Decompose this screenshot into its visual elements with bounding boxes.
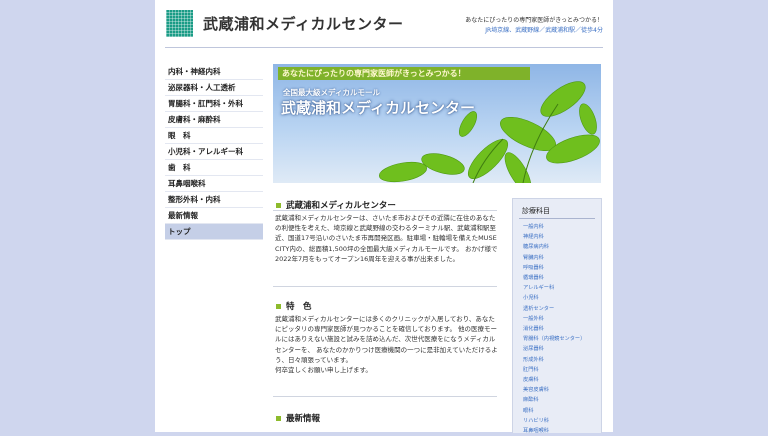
header-divider (165, 47, 603, 48)
department-link[interactable]: アレルギー科 (523, 283, 585, 293)
department-link[interactable]: 一般外科 (523, 314, 585, 324)
department-link[interactable]: 形成外科 (523, 355, 585, 365)
department-link[interactable]: 神経内科 (523, 232, 585, 242)
department-list: 一般内科 神経内科 糖尿病内科 腎臓内科 呼吸器科 循環器科 アレルギー科 小児… (523, 222, 585, 436)
department-link[interactable]: 糖尿病内科 (523, 242, 585, 252)
site-title[interactable]: 武蔵浦和メディカルセンター (203, 13, 403, 34)
bullet-icon (276, 203, 281, 208)
news-heading: 最新情報 (276, 412, 320, 424)
intro-text: 武蔵浦和メディカルセンターは、さいたま市およびその近隣に在住のあなたの利便性を考… (275, 214, 498, 263)
department-link[interactable]: リハビリ科 (523, 416, 585, 426)
header-access-link[interactable]: JR埼京線、武蔵野線／武蔵浦和駅／徒歩4分 (485, 25, 603, 34)
nav-item-dental[interactable]: 歯 科 (165, 160, 263, 176)
nav-item-ophthalmology[interactable]: 眼 科 (165, 128, 263, 144)
section-divider (273, 210, 497, 211)
department-link[interactable]: 耳鼻咽喉科 (523, 426, 585, 436)
department-link[interactable]: 小児科 (523, 293, 585, 303)
department-link[interactable]: 胃腸科（内視鏡センター） (523, 334, 585, 344)
nav-item-ent[interactable]: 耳鼻咽喉科 (165, 176, 263, 192)
department-link[interactable]: 眼科 (523, 406, 585, 416)
hero-catchphrase: あなたにぴったりの専門家医師がきっとみつかる！ (278, 67, 530, 80)
sidebar-title: 診療科目 (522, 207, 550, 215)
nav-item-dermatology[interactable]: 皮膚科・麻酔科 (165, 112, 263, 128)
nav-item-internal-medicine[interactable]: 内科・神経内科 (165, 64, 263, 80)
page-container: 武蔵浦和メディカルセンター あなたにぴったりの専門家医師がきっとみつかる！ JR… (155, 0, 613, 436)
nav-item-urology[interactable]: 泌尿器科・人工透析 (165, 80, 263, 96)
feature-heading: 特 色 (276, 300, 312, 312)
feature-text: 武蔵浦和メディカルセンターには多くのクリニックが入居しており、あなたにピッタリの… (275, 315, 498, 375)
nav-item-news[interactable]: 最新情報 (165, 208, 263, 224)
department-link[interactable]: 泌尿器科 (523, 344, 585, 354)
section-divider (273, 396, 497, 397)
section-divider (273, 286, 497, 287)
department-link[interactable]: 循環器科 (523, 273, 585, 283)
department-link[interactable]: 腎臓内科 (523, 253, 585, 263)
nav-item-top[interactable]: トップ (165, 224, 263, 240)
sidebar-divider (519, 218, 595, 219)
nav-item-pediatrics[interactable]: 小児科・アレルギー科 (165, 144, 263, 160)
department-link[interactable]: 麻酔科 (523, 395, 585, 405)
hero-title: 武蔵浦和メディカルセンター (281, 99, 475, 117)
left-nav: 内科・神経内科 泌尿器科・人工透析 胃腸科・肛門科・外科 皮膚科・麻酔科 眼 科… (165, 64, 263, 240)
department-link[interactable]: 透析センター (523, 304, 585, 314)
department-sidebar: 診療科目 一般内科 神経内科 糖尿病内科 腎臓内科 呼吸器科 循環器科 アレルギ… (512, 198, 602, 436)
department-link[interactable]: 皮膚科 (523, 375, 585, 385)
bullet-icon (276, 304, 281, 309)
department-link[interactable]: 一般内科 (523, 222, 585, 232)
nav-item-orthopedics[interactable]: 整形外科・内科 (165, 192, 263, 208)
department-link[interactable]: 美容皮膚科 (523, 385, 585, 395)
leaves-illustration (379, 81, 600, 183)
department-link[interactable]: 呼吸器科 (523, 263, 585, 273)
department-link[interactable]: 消化器科 (523, 324, 585, 334)
department-link[interactable]: 肛門科 (523, 365, 585, 375)
header-tagline: あなたにぴったりの専門家医師がきっとみつかる！ (465, 17, 603, 24)
hero-banner: あなたにぴったりの専門家医師がきっとみつかる！ 全国最大級メディカルモール 武蔵… (273, 64, 601, 183)
nav-item-gastro[interactable]: 胃腸科・肛門科・外科 (165, 96, 263, 112)
bullet-icon (276, 416, 281, 421)
site-logo-icon[interactable] (166, 10, 193, 37)
